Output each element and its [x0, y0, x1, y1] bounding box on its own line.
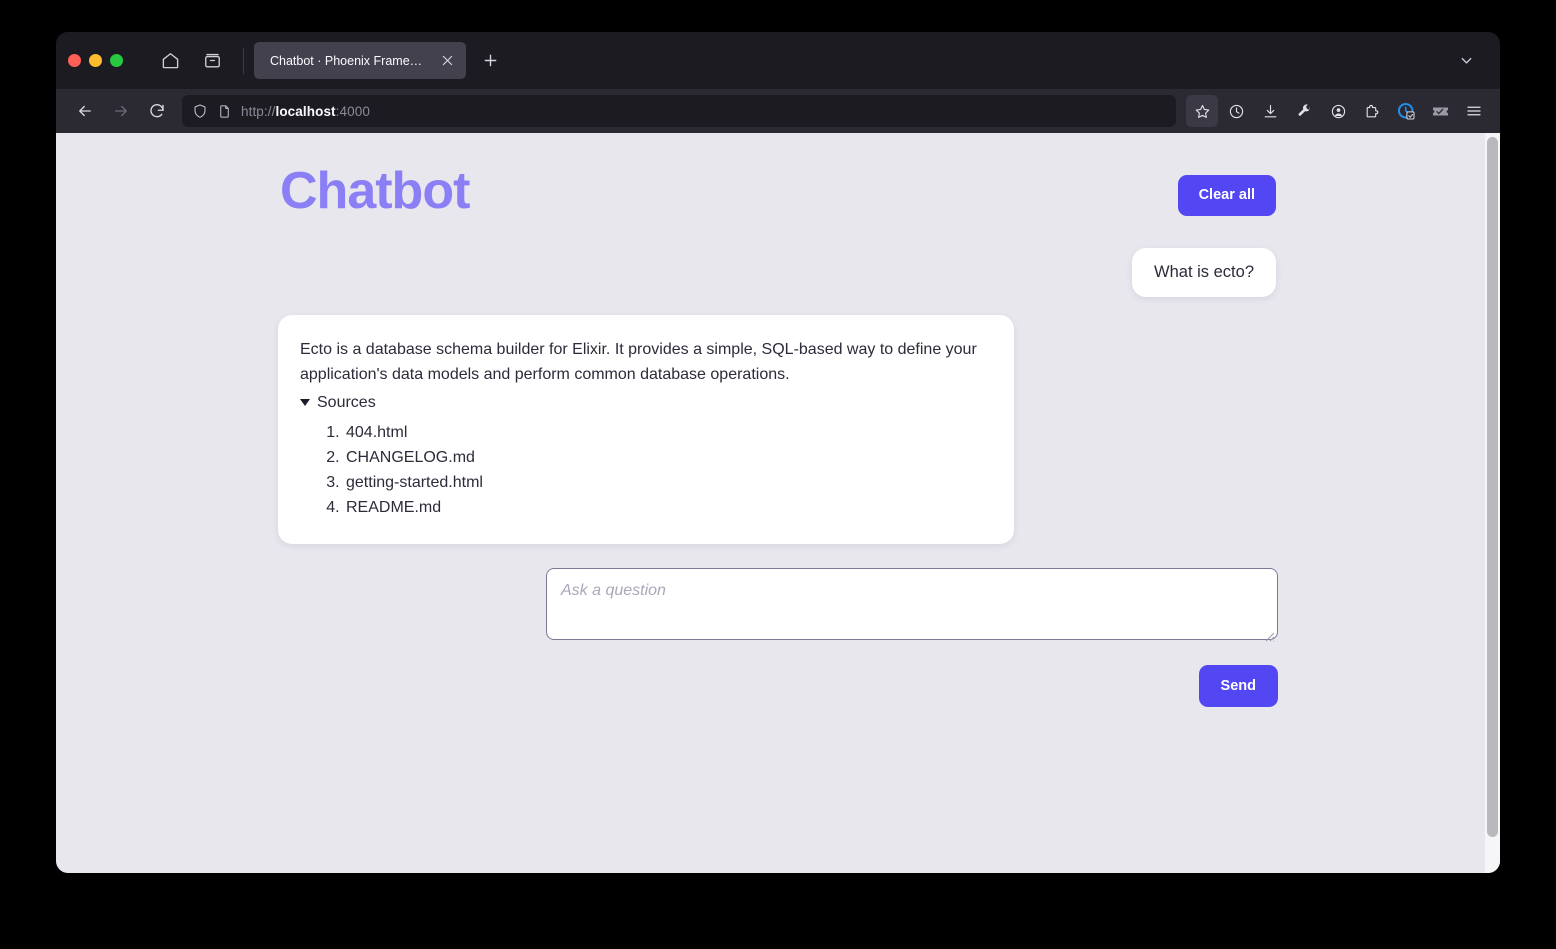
browser-window: Chatbot · Phoenix Framework http://local… — [56, 32, 1500, 873]
close-window-button[interactable] — [68, 54, 81, 67]
tabstrip-divider — [243, 47, 244, 74]
minimize-window-button[interactable] — [89, 54, 102, 67]
question-input-wrapper — [546, 567, 1278, 645]
maximize-window-button[interactable] — [110, 54, 123, 67]
tab-close-icon[interactable] — [437, 51, 457, 71]
page-content: Chatbot Clear all What is ecto? Ecto is … — [278, 133, 1278, 708]
wrench-icon[interactable] — [1288, 95, 1320, 127]
list-item[interactable]: README.md — [344, 495, 988, 520]
page-icon[interactable] — [217, 104, 232, 119]
ticket-icon[interactable] — [1424, 95, 1456, 127]
sources-list: 404.html CHANGELOG.md getting-started.ht… — [300, 420, 988, 520]
url-scheme: http:// — [241, 103, 276, 119]
bot-answer-text: Ecto is a database schema builder for El… — [300, 341, 977, 384]
chat-message-user: What is ecto? — [278, 248, 1278, 298]
triangle-down-icon — [300, 399, 310, 407]
chat-log: What is ecto? Ecto is a database schema … — [278, 248, 1278, 544]
page-header: Chatbot Clear all — [278, 162, 1278, 220]
bot-message-bubble: Ecto is a database schema builder for El… — [278, 315, 1014, 544]
bookmark-star-icon[interactable] — [1186, 95, 1218, 127]
navigation-toolbar: http://localhost:4000 — [56, 89, 1500, 133]
browser-toolbar-icons — [1186, 95, 1490, 127]
question-input[interactable] — [546, 567, 1278, 640]
back-arrow-icon[interactable] — [68, 94, 102, 128]
new-tab-button[interactable] — [474, 45, 506, 77]
tab-title: Chatbot · Phoenix Framework — [270, 53, 431, 68]
reload-icon[interactable] — [140, 94, 174, 128]
list-item[interactable]: CHANGELOG.md — [344, 445, 988, 470]
page-title: Chatbot — [280, 162, 470, 220]
composer: Send — [278, 567, 1278, 708]
shield-icon[interactable] — [192, 103, 208, 119]
url-host: localhost — [275, 103, 336, 119]
account-icon[interactable] — [1322, 95, 1354, 127]
sources-disclosure[interactable]: Sources 404.html CHANGELOG.md getting-st… — [300, 390, 988, 520]
window-traffic-lights — [68, 54, 123, 67]
privacy-badger-icon[interactable] — [1390, 95, 1422, 127]
tabstrip-left-icons — [153, 44, 229, 78]
browser-tab[interactable]: Chatbot · Phoenix Framework — [254, 42, 466, 79]
list-item[interactable]: getting-started.html — [344, 470, 988, 495]
archive-box-icon[interactable] — [195, 44, 229, 78]
url-text: http://localhost:4000 — [241, 104, 370, 119]
url-bar[interactable]: http://localhost:4000 — [182, 95, 1176, 127]
chevron-down-icon[interactable] — [1448, 45, 1484, 77]
send-button[interactable]: Send — [1198, 664, 1278, 708]
url-port: :4000 — [335, 103, 370, 119]
forward-arrow-icon[interactable] — [104, 94, 138, 128]
list-item[interactable]: 404.html — [344, 420, 988, 445]
chat-message-bot: Ecto is a database schema builder for El… — [278, 315, 1278, 544]
user-message-bubble: What is ecto? — [1132, 248, 1276, 298]
tab-strip: Chatbot · Phoenix Framework — [56, 32, 1500, 89]
downloads-icon[interactable] — [1254, 95, 1286, 127]
scrollbar-thumb[interactable] — [1487, 137, 1498, 837]
app-menu-icon[interactable] — [1458, 95, 1490, 127]
page-viewport: Chatbot Clear all What is ecto? Ecto is … — [56, 133, 1500, 873]
sources-label: Sources — [317, 394, 376, 412]
extensions-puzzle-icon[interactable] — [1356, 95, 1388, 127]
home-icon[interactable] — [153, 44, 187, 78]
sources-summary[interactable]: Sources — [300, 390, 988, 415]
history-clock-icon[interactable] — [1220, 95, 1252, 127]
clear-all-button[interactable]: Clear all — [1177, 175, 1276, 216]
